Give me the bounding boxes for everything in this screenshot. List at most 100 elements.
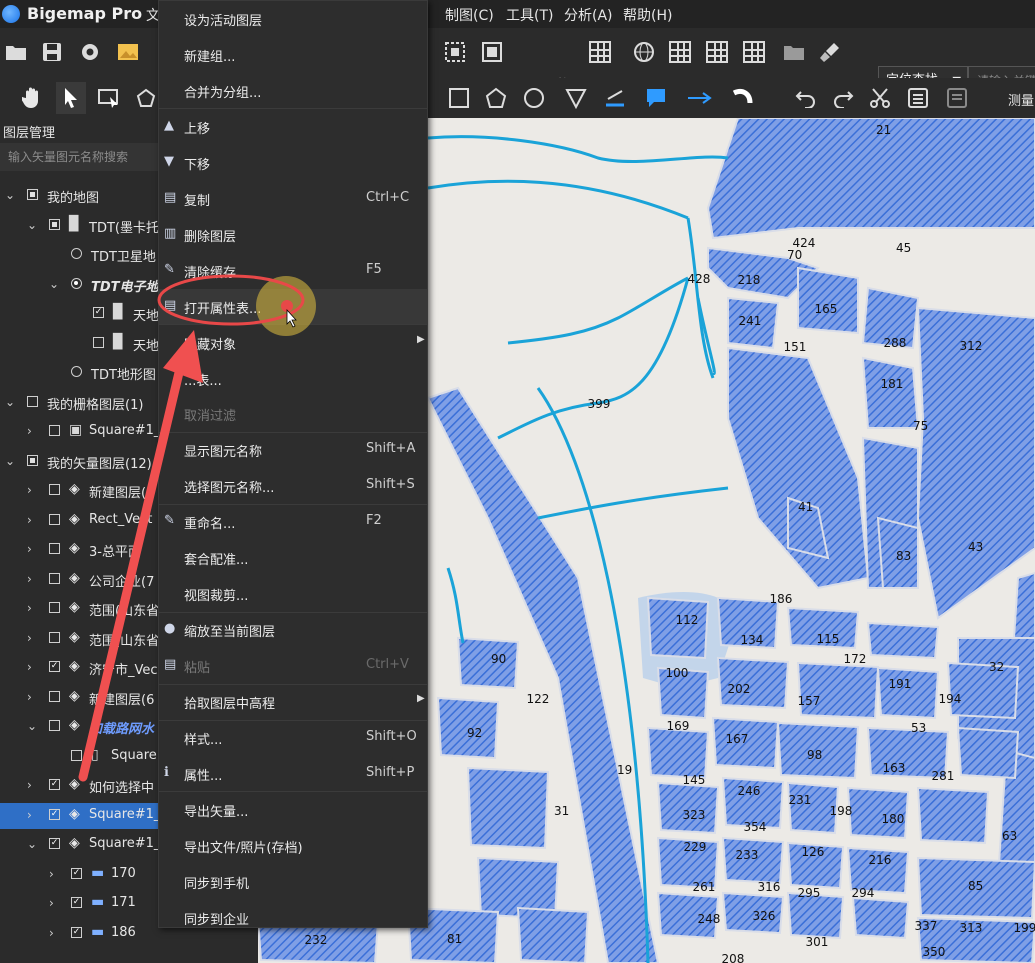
chevron-right-icon[interactable]: ›	[27, 808, 32, 822]
layer-radio[interactable]	[71, 366, 82, 377]
draw-marker-icon[interactable]	[564, 86, 588, 110]
scissors-icon[interactable]	[868, 86, 892, 110]
annotation-icon[interactable]	[644, 86, 668, 110]
menu-item-merge-group[interactable]: 合并为分组...	[159, 73, 427, 109]
menu-item-style[interactable]: 样式... Shift+O	[159, 720, 427, 756]
menu-item-new-group[interactable]: 新建组...	[159, 37, 427, 73]
image-icon[interactable]	[116, 40, 140, 64]
layer-tree-row[interactable]: ▯ Square	[0, 744, 158, 770]
layer-checkbox[interactable]: ✓	[49, 661, 60, 672]
layer-checkbox[interactable]	[49, 602, 60, 613]
edit-table-icon[interactable]	[906, 86, 930, 110]
layer-tree-row[interactable]: › ◈ 新建图层(6	[0, 685, 158, 711]
layer-tree-row[interactable]: ⌄ 我的地图	[0, 183, 158, 209]
layer-checkbox[interactable]	[27, 189, 38, 200]
draw-rectangle-icon[interactable]	[447, 86, 471, 110]
layer-tree-row[interactable]: › ◈ 3-总平面	[0, 537, 158, 563]
chevron-right-icon[interactable]: ›	[27, 572, 32, 586]
chevron-right-icon[interactable]: ›	[27, 483, 32, 497]
save-icon[interactable]	[40, 40, 64, 64]
km-grid-icon[interactable]	[669, 41, 691, 63]
layer-tree-row[interactable]: ⌄ ▉ TDT(墨卡托	[0, 213, 158, 239]
layer-checkbox[interactable]: ✓	[71, 926, 82, 938]
menu-item-clear-cache[interactable]: ✎ 清除缓存 F5	[159, 253, 427, 289]
layer-tree-row[interactable]: ⌄ ✓ ◈ Square#1_	[0, 832, 158, 858]
chevron-down-icon[interactable]: ⌄	[5, 188, 15, 202]
chevron-down-icon[interactable]: ⌄	[27, 719, 37, 733]
mgrs-grid-icon[interactable]	[743, 41, 765, 63]
parcel[interactable]	[456, 636, 520, 690]
menu-item-move-down[interactable]: ▼ 下移	[159, 145, 427, 181]
grid-icon[interactable]	[589, 41, 611, 63]
menu-item-filter[interactable]: ...表...	[159, 361, 427, 397]
chevron-right-icon[interactable]: ›	[27, 542, 32, 556]
parcel[interactable]	[646, 596, 710, 660]
layer-tree-row[interactable]: › ▣ Square#1_	[0, 419, 158, 445]
parcel[interactable]	[946, 661, 1020, 720]
undo-icon[interactable]	[794, 86, 818, 110]
layer-checkbox[interactable]	[49, 631, 60, 643]
menu-item-sync-enterprise[interactable]: 同步到企业	[159, 900, 427, 936]
layer-checkbox[interactable]	[49, 720, 60, 731]
layer-tree-row[interactable]: › ◈ Rect_Vect	[0, 508, 158, 534]
globe-grid-icon[interactable]	[632, 40, 656, 64]
menu-item-pick-elevation[interactable]: 拾取图层中高程 ▶	[159, 684, 427, 720]
polygon-select-icon[interactable]	[134, 85, 160, 111]
parcel[interactable]	[516, 906, 590, 963]
redo-icon[interactable]	[831, 86, 855, 110]
menu-analysis[interactable]: 分析(A)	[564, 5, 613, 25]
chevron-right-icon[interactable]: ›	[27, 631, 32, 645]
layer-checkbox[interactable]: ✓	[71, 867, 82, 879]
menu-item-registration[interactable]: 套合配准...	[159, 540, 427, 576]
layer-tree-row[interactable]: › ◈ 范围(山东省	[0, 596, 158, 622]
open-folder-icon[interactable]	[4, 40, 28, 64]
layer-checkbox[interactable]	[49, 543, 60, 554]
menu-item-properties[interactable]: ℹ 属性... Shift+P	[159, 756, 427, 792]
chevron-down-icon[interactable]: ⌄	[27, 837, 37, 851]
layer-tree-row[interactable]: ⌄ 我的栅格图层(1)	[0, 390, 158, 416]
parcel[interactable]	[646, 726, 710, 780]
parcel[interactable]	[796, 661, 880, 720]
parcel[interactable]	[727, 346, 870, 590]
arrow-tool-icon[interactable]	[686, 86, 714, 110]
chevron-right-icon[interactable]: ›	[27, 601, 32, 615]
chevron-right-icon[interactable]: ›	[27, 513, 32, 527]
layer-tree-row[interactable]: › ◈ 新建图层(1	[0, 478, 158, 504]
parcel[interactable]	[851, 896, 910, 940]
menu-item-paste[interactable]: ▤ 粘贴 Ctrl+V	[159, 648, 427, 684]
curve-tool-icon[interactable]	[730, 86, 754, 110]
layer-tree-row[interactable]: TDT卫星地	[0, 242, 158, 268]
layer-checkbox[interactable]	[49, 572, 60, 584]
list-icon[interactable]	[945, 86, 969, 110]
layer-checkbox[interactable]	[49, 513, 60, 525]
layer-tree-row[interactable]: › ✓ ◈ Square#1_	[0, 802, 158, 829]
menu-item-delete-layer[interactable]: ▥ 删除图层	[159, 217, 427, 253]
layer-checkbox[interactable]	[71, 749, 82, 761]
layer-checkbox[interactable]: ✓	[49, 779, 60, 790]
chevron-down-icon[interactable]: ⌄	[5, 395, 15, 409]
broom-icon[interactable]	[818, 40, 842, 64]
layer-checkbox[interactable]	[49, 218, 60, 230]
settings-gear-icon[interactable]	[78, 40, 102, 64]
layer-checkbox[interactable]: ✓	[49, 838, 60, 849]
menu-item-copy[interactable]: ▤ 复制 Ctrl+C	[159, 181, 427, 217]
chevron-down-icon[interactable]: ⌄	[27, 218, 37, 232]
full-extent-icon[interactable]	[480, 40, 504, 64]
parcel[interactable]	[866, 621, 940, 660]
layer-radio[interactable]	[71, 277, 82, 289]
layer-tree-row[interactable]: › ◈ 公司企业(7	[0, 567, 158, 593]
parcel[interactable]	[706, 118, 1035, 240]
layer-tree-row[interactable]: TDT地形图	[0, 360, 158, 386]
chevron-right-icon[interactable]: ›	[27, 660, 32, 674]
layer-checkbox[interactable]: ✓	[93, 307, 104, 318]
pan-hand-icon[interactable]	[20, 85, 46, 111]
menu-item-choose-names[interactable]: 选择图元名称... Shift+S	[159, 468, 427, 504]
menu-item-cancel-filter[interactable]: 取消过滤	[159, 396, 427, 432]
layer-checkbox[interactable]: ✓	[71, 897, 82, 908]
menu-item-hide-objects[interactable]: 隐藏对象 ▶	[159, 325, 427, 361]
select-arrow-icon[interactable]	[56, 82, 86, 114]
draw-circle-icon[interactable]	[522, 86, 546, 110]
draw-line-icon[interactable]	[603, 86, 627, 110]
chevron-right-icon[interactable]: ›	[49, 926, 54, 940]
chevron-right-icon[interactable]: ›	[27, 778, 32, 792]
